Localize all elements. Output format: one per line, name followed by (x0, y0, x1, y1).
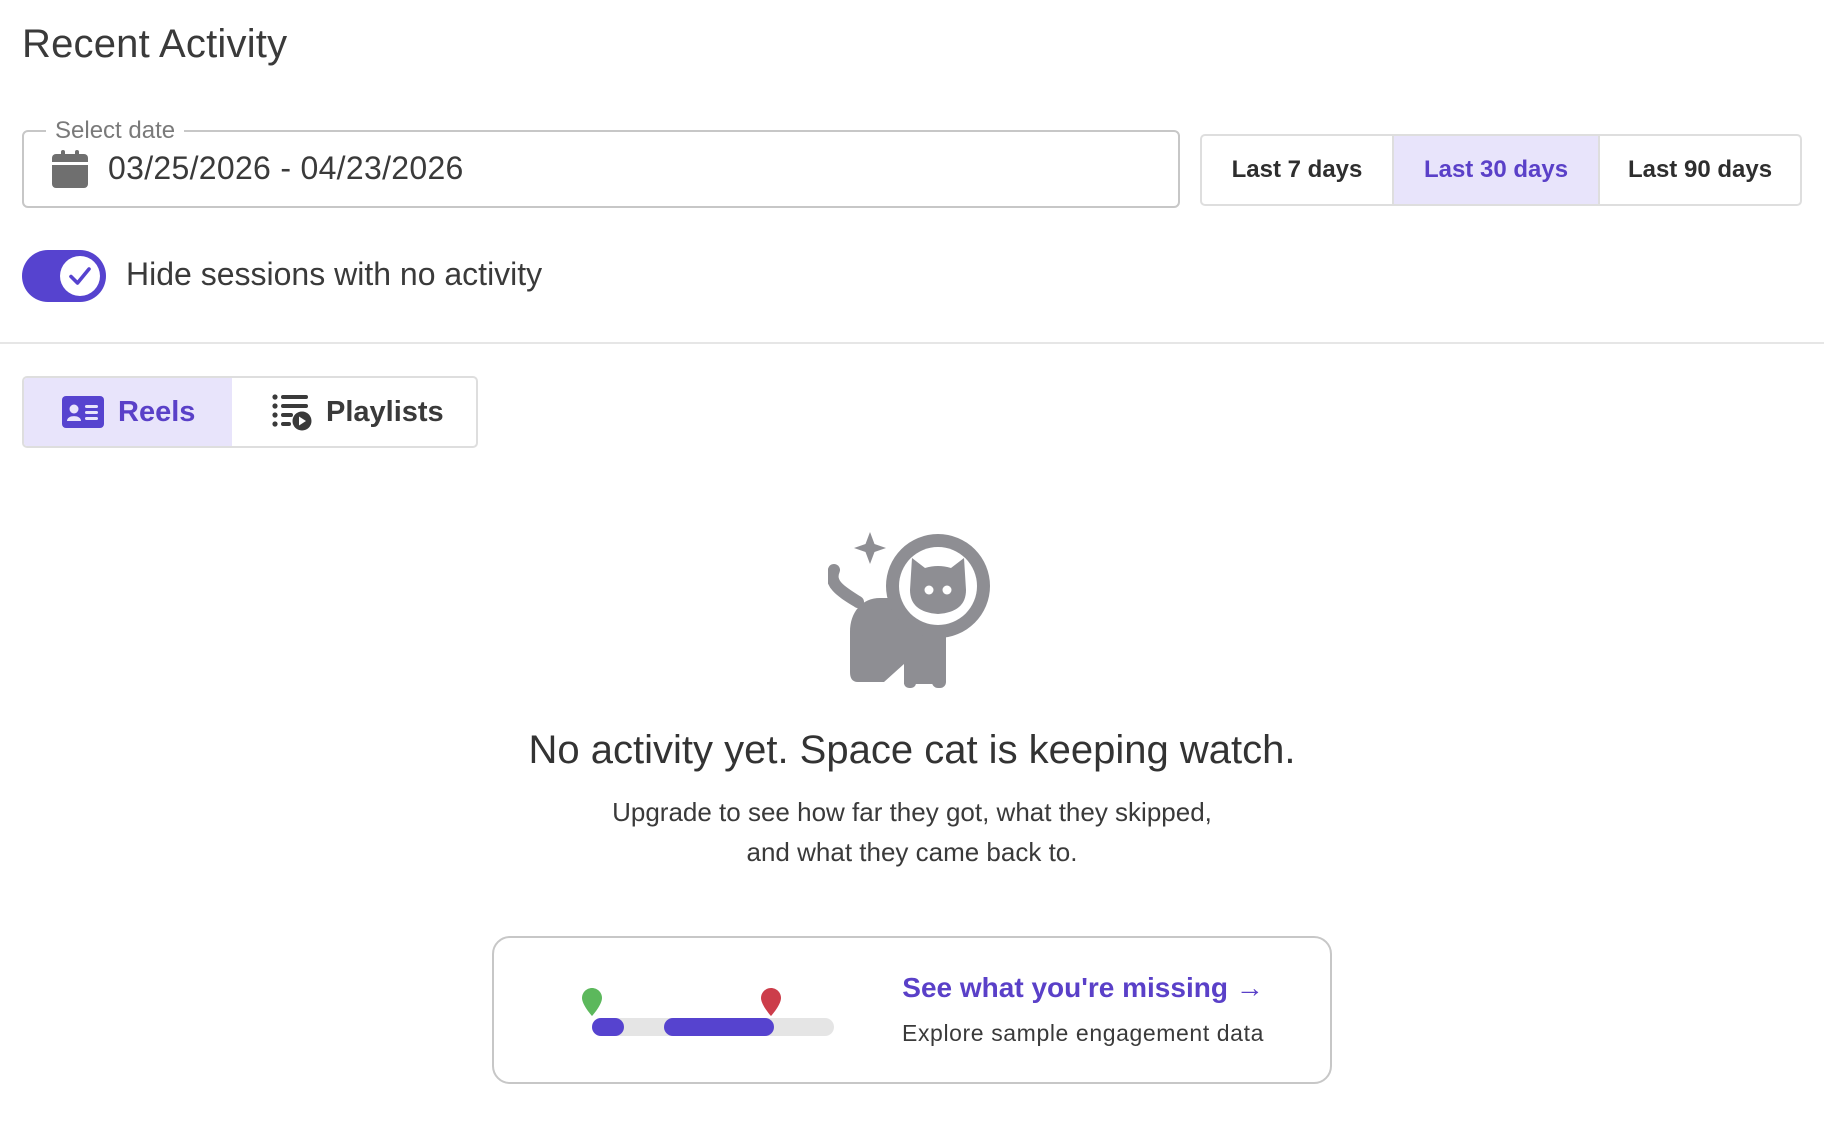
section-divider (0, 342, 1824, 344)
promo-subtext: Explore sample engagement data (902, 1020, 1264, 1046)
last-90-days-button[interactable]: Last 90 days (1598, 136, 1800, 204)
content-type-tabs: Reels Playlists (22, 376, 478, 448)
sample-data-promo-card[interactable]: See what you're missing → Explore sample… (492, 936, 1332, 1084)
date-field-label: Select date (46, 117, 185, 145)
tab-playlists[interactable]: Playlists (232, 378, 476, 446)
check-icon (69, 267, 91, 285)
recent-activity-page: Recent Activity Select date 03/25/2026 -… (0, 0, 1824, 1126)
date-range-value: 03/25/2026 - 04/23/2026 (108, 150, 464, 186)
page-title: Recent Activity (22, 22, 288, 66)
engagement-timeline-preview (592, 1018, 834, 1036)
date-range-field[interactable]: Select date 03/25/2026 - 04/23/2026 (22, 117, 1180, 208)
tab-playlists-label: Playlists (326, 395, 444, 428)
toggle-knob (60, 256, 100, 296)
empty-state-heading: No activity yet. Space cat is keeping wa… (528, 728, 1296, 772)
last-7-days-button[interactable]: Last 7 days (1202, 136, 1392, 204)
date-range-presets: Last 7 days Last 30 days Last 90 days (1200, 134, 1802, 206)
start-marker-icon (582, 988, 602, 1016)
engagement-segment (664, 1018, 774, 1036)
hide-empty-sessions-toggle[interactable] (22, 250, 106, 302)
see-what-youre-missing-link[interactable]: See what you're missing → (878, 972, 1288, 1004)
id-card-icon (62, 396, 104, 428)
playlist-play-icon (272, 394, 312, 431)
calendar-icon[interactable] (52, 150, 88, 188)
end-marker-icon (761, 988, 781, 1016)
engagement-segment (592, 1018, 624, 1036)
last-30-days-button[interactable]: Last 30 days (1392, 136, 1598, 204)
empty-state-description: Upgrade to see how far they got, what th… (612, 797, 1212, 867)
tab-reels-label: Reels (118, 395, 196, 428)
tab-reels[interactable]: Reels (24, 378, 232, 446)
toggle-label: Hide sessions with no activity (126, 256, 543, 292)
space-cat-icon (828, 532, 990, 688)
